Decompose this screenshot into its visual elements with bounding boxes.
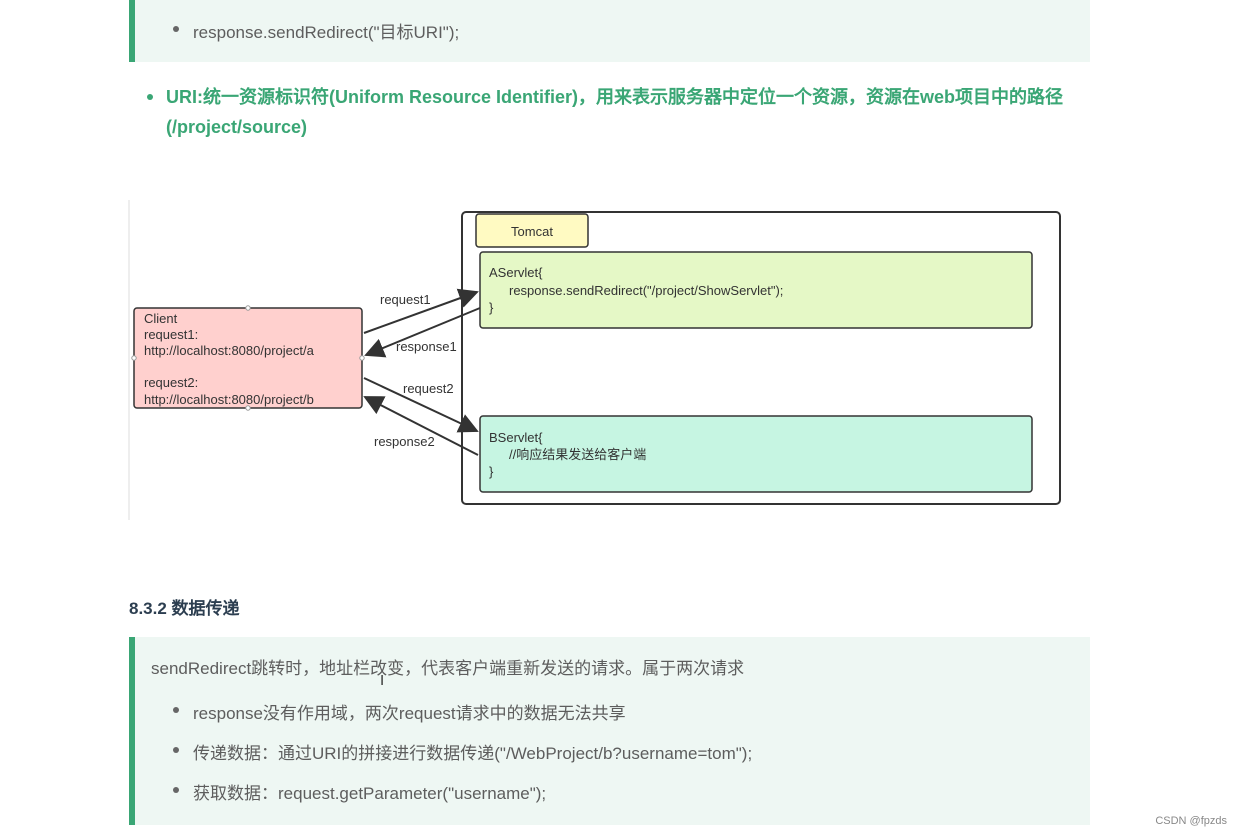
tip-block-top: response.sendRedirect("目标URI"); <box>129 0 1090 62</box>
handle-dot <box>245 305 251 311</box>
list-item: 传递数据：通过URI的拼接进行数据传递("/WebProject/b?usern… <box>172 739 752 764</box>
bservlet-line: //响应结果发送给客户端 <box>509 447 646 462</box>
section-heading: 8.3.2 数据传递 <box>129 599 240 618</box>
aservlet-line: response.sendRedirect("/project/ShowServ… <box>509 283 783 298</box>
uri-note: URI:统一资源标识符(Uniform Resource Identifier)… <box>147 82 1086 142</box>
client-line: Client <box>144 311 178 326</box>
arrow-label: response2 <box>374 434 435 449</box>
handle-dot <box>359 355 365 361</box>
arrow-label: request1 <box>380 292 431 307</box>
client-line: http://localhost:8080/project/b <box>144 392 314 407</box>
arrow-label: request2 <box>403 381 454 396</box>
arrow-label: response1 <box>396 339 457 354</box>
client-line: http://localhost:8080/project/a <box>144 343 315 358</box>
client-line: request2: <box>144 375 198 390</box>
tomcat-label: Tomcat <box>511 224 553 239</box>
redirect-diagram: Tomcat AServlet{ response.sendRedirect("… <box>128 200 1061 520</box>
handle-dot <box>131 355 137 361</box>
list-item: response.sendRedirect("目标URI"); <box>172 18 459 43</box>
bservlet-line: BServlet{ <box>489 430 543 445</box>
watermark: CSDN @fpzds <box>1155 815 1227 827</box>
diagram-edge <box>128 200 130 520</box>
bservlet-line: } <box>489 464 494 479</box>
aservlet-line: AServlet{ <box>489 265 543 280</box>
tip-lead: sendRedirect跳转时，地址栏改变，代表客户端重新发送的请求。属于两次请… <box>151 659 745 678</box>
tip-block-bottom: sendRedirect跳转时，地址栏改变，代表客户端重新发送的请求。属于两次请… <box>129 637 1090 825</box>
list-item: 获取数据：request.getParameter("username"); <box>172 779 546 804</box>
aservlet-line: } <box>489 300 494 315</box>
list-item: response没有作用域，两次request请求中的数据无法共享 <box>173 699 626 724</box>
client-line: request1: <box>144 327 198 342</box>
text-cursor-icon: I <box>380 672 385 689</box>
